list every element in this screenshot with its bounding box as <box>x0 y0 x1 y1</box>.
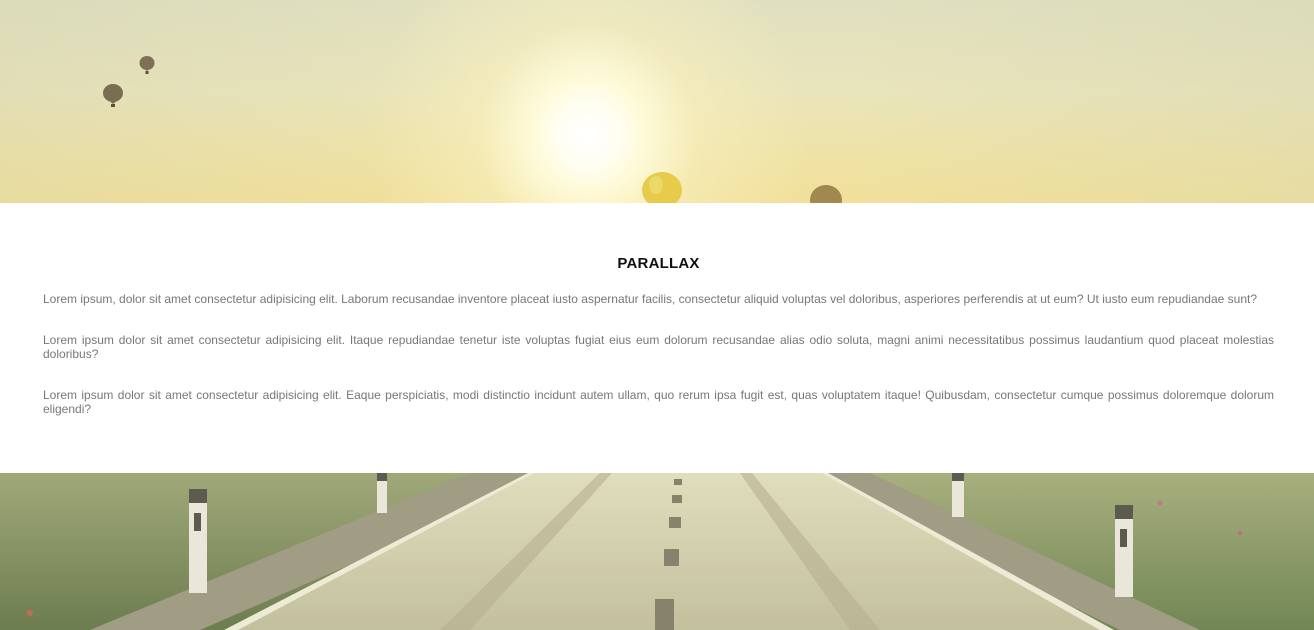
sky-parallax-image <box>0 0 1314 203</box>
section-title: PARALLAX <box>617 255 700 272</box>
parallax-page: PARALLAX Lorem ipsum, dolor sit amet con… <box>0 0 1314 630</box>
hot-air-balloon-small <box>139 56 155 74</box>
paragraph-1: Lorem ipsum, dolor sit amet consectetur … <box>43 292 1257 306</box>
hot-air-balloon-right <box>810 185 842 203</box>
paragraph-2: Lorem ipsum dolor sit amet consectetur a… <box>43 333 1274 361</box>
road-parallax-image <box>0 473 1314 630</box>
road-scene <box>0 473 1314 630</box>
hot-air-balloon-left <box>103 84 123 107</box>
paragraph-3: Lorem ipsum dolor sit amet consectetur a… <box>43 388 1274 416</box>
hot-air-balloon-yellow <box>642 172 682 203</box>
parallax-content: PARALLAX Lorem ipsum, dolor sit amet con… <box>0 203 1314 473</box>
